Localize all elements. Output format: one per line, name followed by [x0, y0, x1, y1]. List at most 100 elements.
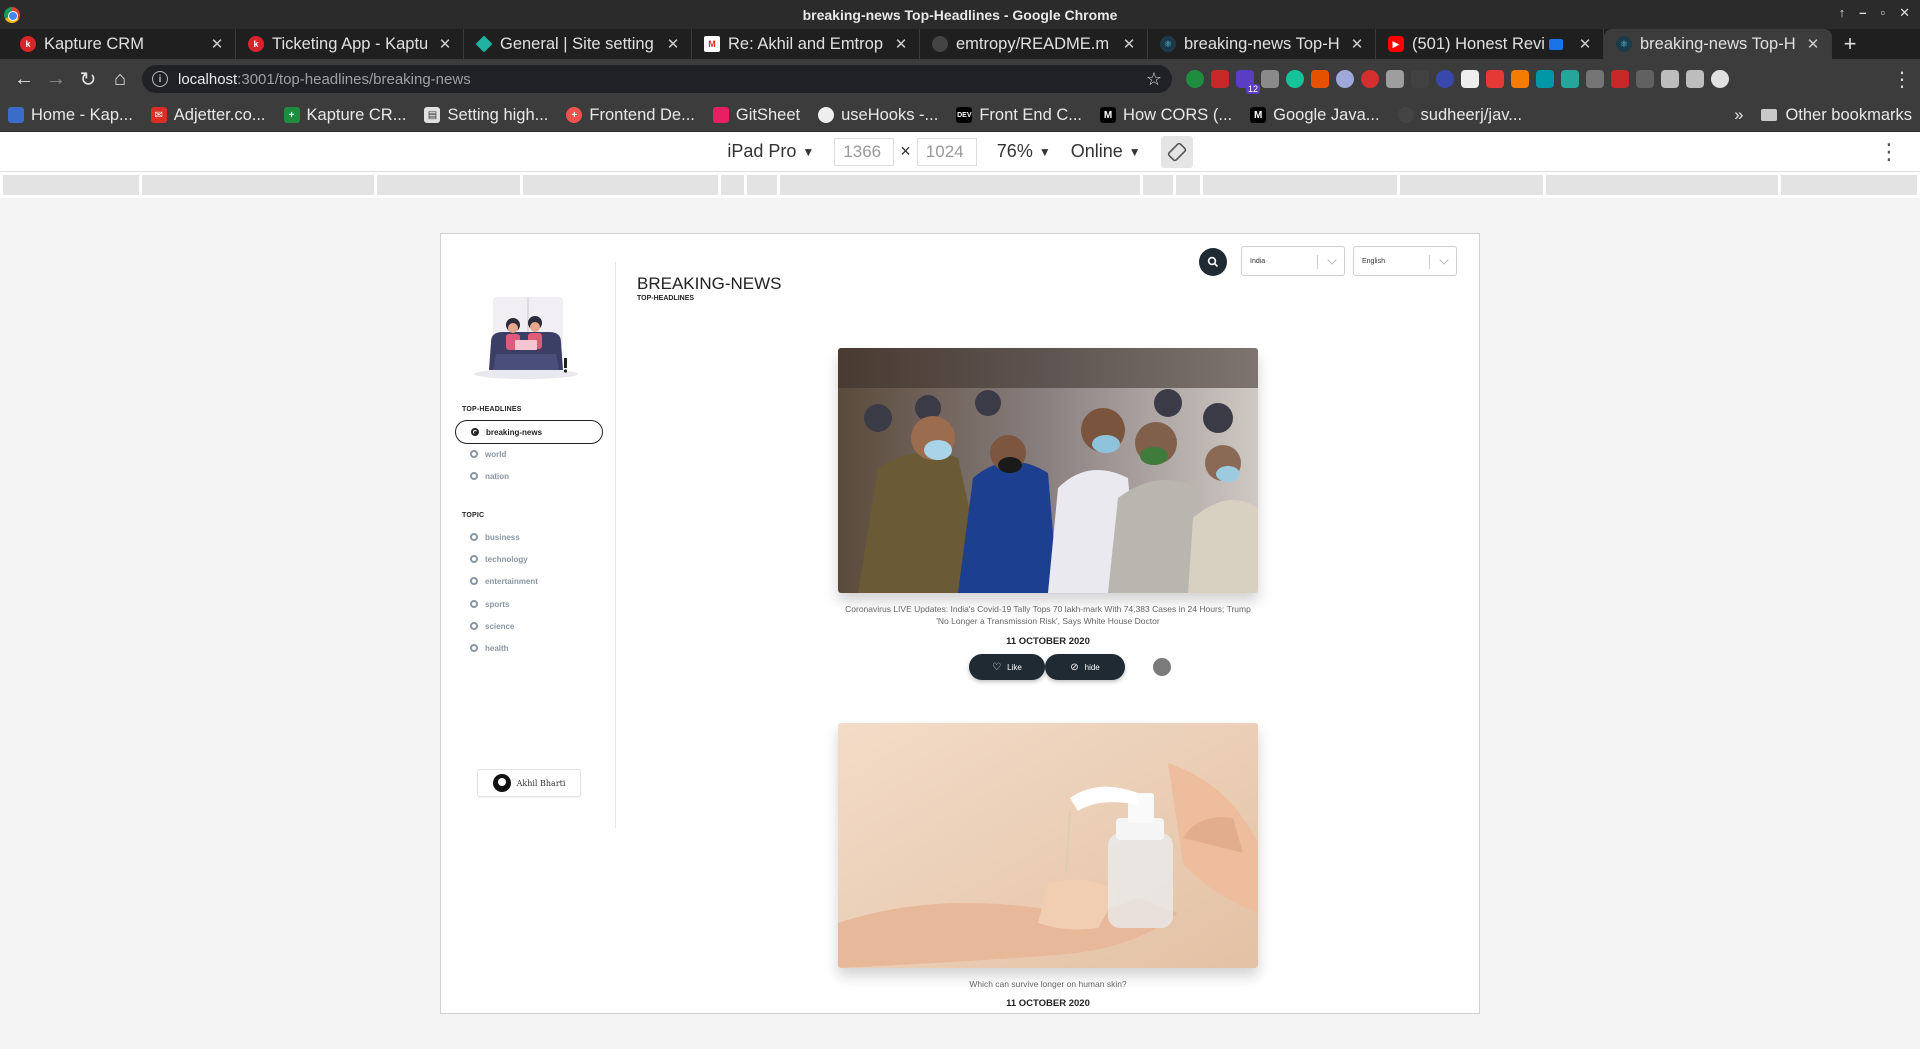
tab-close-icon[interactable]: ✕ [665, 35, 681, 53]
sidebar-item-business[interactable]: business [455, 525, 603, 549]
sidebar-item-nation[interactable]: nation [455, 464, 603, 488]
tab-close-icon[interactable]: ✕ [1805, 35, 1821, 53]
extension-icon[interactable] [1486, 70, 1504, 88]
home-icon[interactable]: ⌂ [104, 63, 136, 95]
media-query-segment[interactable] [3, 175, 139, 195]
extension-icon[interactable] [1586, 70, 1604, 88]
github-profile-button[interactable]: Akhil Bharti [477, 769, 581, 797]
like-button[interactable]: ♡ Like [969, 654, 1045, 680]
sidebar-item-world[interactable]: world [455, 442, 603, 466]
browser-tab[interactable]: General | Site setting ✕ [464, 29, 692, 59]
media-query-segment[interactable] [141, 175, 375, 195]
bookmark-item[interactable]: M How CORS (... [1100, 106, 1232, 125]
window-minimize-icon[interactable]: – [1859, 5, 1866, 21]
media-query-segment[interactable] [1781, 175, 1918, 195]
extension-icon[interactable] [1536, 70, 1554, 88]
extensions-puzzle-icon[interactable] [1661, 70, 1679, 88]
language-select[interactable]: English [1353, 246, 1457, 276]
media-query-segment[interactable] [1545, 175, 1779, 195]
article-image[interactable] [838, 348, 1258, 593]
extension-icon[interactable] [1211, 70, 1229, 88]
extension-icon[interactable] [1561, 70, 1579, 88]
sidebar-item-health[interactable]: health [455, 636, 603, 660]
browser-tab[interactable]: ▶ (501) Honest Revi ✕ [1376, 29, 1604, 59]
bookmark-item[interactable]: M Google Java... [1250, 106, 1380, 125]
sidebar-item-technology[interactable]: technology [455, 547, 603, 571]
reload-icon[interactable]: ↻ [72, 63, 104, 95]
media-query-segment[interactable] [377, 175, 520, 195]
adblock-icon[interactable] [1361, 70, 1379, 88]
height-input[interactable]: 1024 [916, 137, 977, 166]
media-query-segment[interactable] [1202, 175, 1398, 195]
network-select[interactable]: Online ▼ [1071, 141, 1141, 162]
browser-tab[interactable]: ⚛ breaking-news Top-H ✕ [1148, 29, 1376, 59]
extension-icon[interactable] [1186, 70, 1204, 88]
country-select[interactable]: India [1241, 246, 1345, 276]
search-button[interactable] [1199, 248, 1227, 276]
sidebar-item-sports[interactable]: sports [455, 592, 603, 616]
media-query-segment[interactable] [720, 175, 745, 195]
extension-icon[interactable] [1261, 70, 1279, 88]
extension-icon[interactable] [1636, 70, 1654, 88]
browser-tab[interactable]: k Ticketing App - Kaptu ✕ [236, 29, 464, 59]
extension-icon[interactable] [1411, 70, 1429, 88]
media-query-segment[interactable] [522, 175, 718, 195]
bookmark-star-icon[interactable]: ☆ [1146, 69, 1162, 90]
other-bookmarks-button[interactable]: Other bookmarks [1761, 106, 1912, 125]
bookmark-item[interactable]: GitSheet [712, 106, 800, 125]
device-toolbar-more-icon[interactable]: ⋮ [1878, 139, 1900, 165]
notion-icon[interactable] [1461, 70, 1479, 88]
window-close-icon[interactable]: ✕ [1899, 5, 1910, 21]
bookmark-item[interactable]: DEV Front End C... [956, 106, 1082, 125]
extension-icon[interactable] [1611, 70, 1629, 88]
hide-button[interactable]: ⊘ hide [1045, 654, 1125, 680]
extension-icon[interactable] [1511, 70, 1529, 88]
window-maximize-icon[interactable]: ▫ [1880, 5, 1885, 21]
rotate-icon[interactable] [1160, 135, 1193, 168]
more-options-dot[interactable] [1153, 658, 1171, 676]
tab-close-icon[interactable]: ✕ [209, 35, 225, 53]
browser-tab[interactable]: M Re: Akhil and Emtrop ✕ [692, 29, 920, 59]
media-query-segment[interactable] [747, 175, 778, 195]
tab-close-icon[interactable]: ✕ [893, 35, 909, 53]
address-bar[interactable]: i localhost :3001/top-headlines/breaking… [142, 65, 1172, 93]
window-up-icon[interactable]: ↑ [1839, 5, 1846, 21]
article-image[interactable] [838, 723, 1258, 968]
tab-close-icon[interactable]: ✕ [1121, 35, 1137, 53]
browser-tab[interactable]: emtropy/README.m ✕ [920, 29, 1148, 59]
bookmarks-overflow-button[interactable]: » [1734, 106, 1743, 125]
extension-icon[interactable] [1336, 70, 1354, 88]
site-info-icon[interactable]: i [152, 71, 168, 87]
width-input[interactable]: 1366 [834, 137, 895, 166]
media-query-segment[interactable] [780, 175, 1140, 195]
media-query-segment[interactable] [1142, 175, 1173, 195]
bookmark-item[interactable]: + Kapture CR... [283, 106, 406, 125]
camera-icon[interactable] [1386, 70, 1404, 88]
tab-close-icon[interactable]: ✕ [1577, 35, 1593, 53]
media-query-segment[interactable] [1400, 175, 1543, 195]
profile-avatar-icon[interactable] [1711, 70, 1729, 88]
device-select[interactable]: iPad Pro ▼ [727, 141, 814, 162]
new-tab-button[interactable]: + [1832, 29, 1868, 59]
sidebar-item-entertainment[interactable]: entertainment [455, 569, 603, 593]
bookmark-item[interactable]: useHooks -... [818, 106, 938, 125]
sidebar-item-breaking-news[interactable]: breaking-news [455, 420, 603, 444]
tab-close-icon[interactable]: ✕ [1349, 35, 1365, 53]
bookmark-item[interactable]: Home - Kap... [8, 106, 133, 125]
zoom-select[interactable]: 76% ▼ [997, 141, 1051, 162]
browser-tab-active[interactable]: ⚛ breaking-news Top-H ✕ [1604, 29, 1832, 59]
chrome-menu-icon[interactable]: ⋮ [1892, 67, 1912, 92]
bookmark-item[interactable]: ▤ Setting high... [424, 106, 548, 125]
bookmark-item[interactable]: + Frontend De... [566, 106, 695, 125]
sidebar-item-science[interactable]: science [455, 614, 603, 638]
forward-icon[interactable]: → [40, 63, 72, 95]
bookmark-item[interactable]: ✉ Adjetter.co... [150, 106, 266, 125]
extension-icon[interactable] [1311, 70, 1329, 88]
bookmark-item[interactable]: sudheerj/jav... [1397, 106, 1522, 125]
browser-tab[interactable]: k Kapture CRM ✕ [8, 29, 236, 59]
back-icon[interactable]: ← [8, 63, 40, 95]
tab-close-icon[interactable]: ✕ [437, 35, 453, 53]
extension-icon[interactable]: 12 [1236, 70, 1260, 94]
reading-list-icon[interactable] [1686, 70, 1704, 88]
extension-icon[interactable] [1436, 70, 1454, 88]
